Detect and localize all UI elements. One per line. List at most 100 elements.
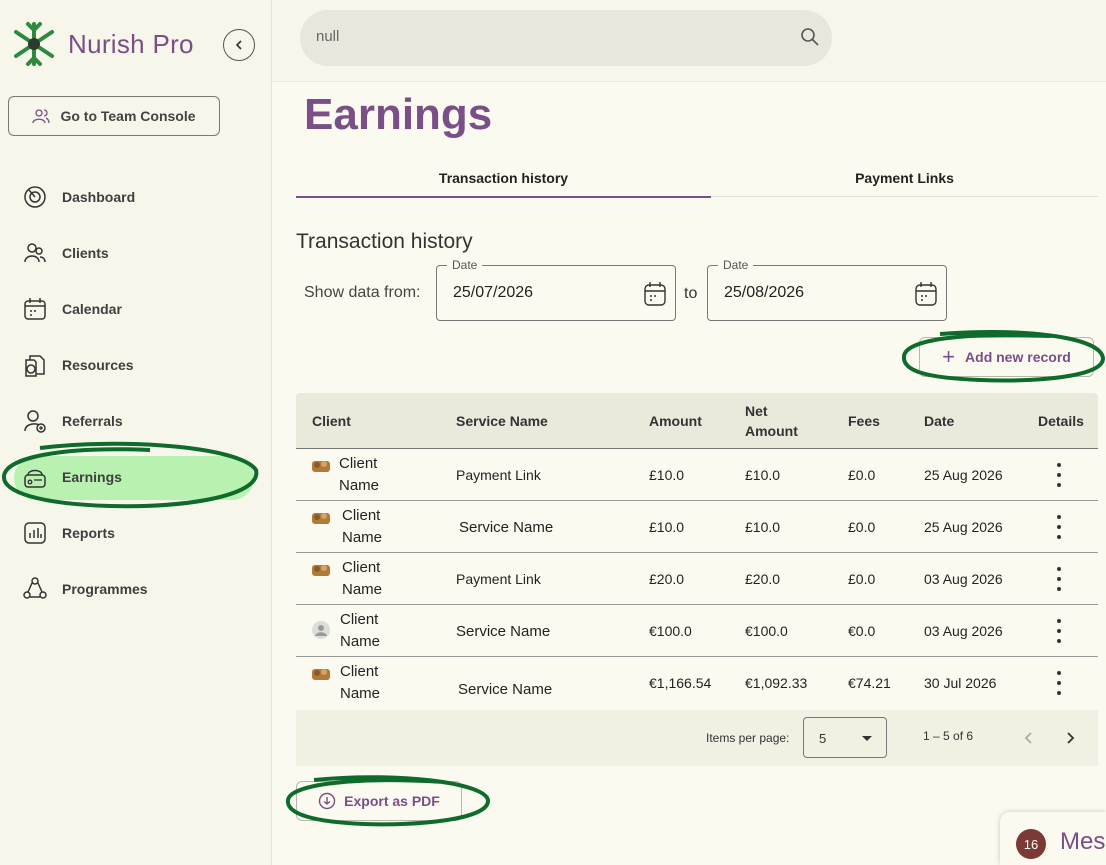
sidebar-item-label: Earnings <box>62 469 122 485</box>
sidebar-item-label: Clients <box>62 245 109 261</box>
header-service-name[interactable]: Service Name <box>456 393 548 449</box>
sidebar-item-resources[interactable]: Resources <box>22 350 134 380</box>
table-row[interactable]: Client Name Service Name €100.0 €100.0 €0… <box>296 605 1098 657</box>
caret-down-icon <box>862 736 872 741</box>
table-row[interactable]: Client Name Service Name £10.0 £10.0 £0.0… <box>296 501 1098 553</box>
next-page-button[interactable] <box>1059 727 1081 749</box>
team-console-button[interactable]: Go to Team Console <box>8 96 220 136</box>
client-name[interactable]: Client Name <box>342 553 402 605</box>
messages-count-badge: 16 <box>1016 829 1046 859</box>
more-options-icon[interactable] <box>1056 515 1062 539</box>
paginator: Items per page: 5 1 – 5 of 6 <box>296 710 1098 766</box>
header-net-amount[interactable]: Net Amount <box>745 393 815 449</box>
earnings-icon <box>24 469 46 488</box>
client-avatar-icon <box>312 513 330 524</box>
to-date-value[interactable]: 25/08/2026 <box>724 284 804 302</box>
sidebar-item-label: Resources <box>62 357 134 373</box>
service-name: Service Name <box>456 622 551 640</box>
table-header: Client Service Name Amount Net Amount Fe… <box>296 393 1098 449</box>
chevron-left-icon <box>1024 732 1032 744</box>
resources-icon <box>25 355 45 377</box>
net-amount: €1,092.33 <box>745 675 808 691</box>
client-name[interactable]: Client Name <box>340 657 400 709</box>
table-row[interactable]: Client Name Service Name €1,166.54 €1,092… <box>296 657 1098 709</box>
sidebar-item-programmes[interactable]: Programmes <box>22 574 148 604</box>
transactions-table: Client Service Name Amount Net Amount Fe… <box>296 393 1098 709</box>
fees: £0.0 <box>848 467 876 483</box>
brand-logo[interactable]: Nurish Pro <box>8 18 194 70</box>
search-bar[interactable] <box>300 10 832 66</box>
date: 03 Aug 2026 <box>924 571 1003 587</box>
date-legend: Date <box>447 258 483 272</box>
messages-tab[interactable]: 16 Messages <box>1000 812 1106 865</box>
table-row[interactable]: Client Name Payment Link £10.0 £10.0 £0.0… <box>296 449 1098 501</box>
more-options-icon[interactable] <box>1056 463 1062 487</box>
page-range: 1 – 5 of 6 <box>923 729 974 743</box>
amount: €100.0 <box>649 623 692 639</box>
client-avatar-icon <box>312 669 330 680</box>
service-name: Payment Link <box>456 467 541 483</box>
calendar-picker-icon[interactable] <box>914 281 938 307</box>
collapse-sidebar-button[interactable] <box>223 29 255 61</box>
sidebar-item-reports[interactable]: Reports <box>22 518 115 548</box>
calendar-icon <box>24 298 46 320</box>
sidebar-item-label: Calendar <box>62 301 122 317</box>
items-per-page-select[interactable]: 5 <box>803 717 887 758</box>
dashboard-icon <box>24 186 46 208</box>
sidebar-item-clients[interactable]: Clients <box>22 238 109 268</box>
export-pdf-label: Export as PDF <box>344 793 440 809</box>
sidebar-item-dashboard[interactable]: Dashboard <box>22 182 135 212</box>
export-pdf-button[interactable]: Export as PDF <box>296 781 462 821</box>
header-amount[interactable]: Amount <box>649 393 702 449</box>
sidebar-item-earnings[interactable]: Earnings <box>22 462 122 492</box>
header-client[interactable]: Client <box>312 393 351 449</box>
calendar-picker-icon[interactable] <box>643 281 667 307</box>
team-console-label: Go to Team Console <box>60 108 196 124</box>
service-name: Payment Link <box>456 571 541 587</box>
add-record-label: Add new record <box>965 349 1071 365</box>
chevron-left-icon <box>235 40 242 50</box>
from-date-value[interactable]: 25/07/2026 <box>453 284 533 302</box>
date-legend: Date <box>718 258 754 272</box>
add-new-record-button[interactable]: + Add new record <box>919 337 1094 377</box>
sidebar: Nurish Pro Go to Team Console Dashboard … <box>0 0 272 865</box>
show-data-label: Show data from: <box>304 284 421 301</box>
default-avatar-icon <box>312 621 330 639</box>
items-per-page-label: Items per page: <box>706 731 790 745</box>
service-name: Service Name <box>458 680 553 698</box>
service-name: Service Name <box>459 518 554 536</box>
fees: £0.0 <box>848 571 876 587</box>
date: 25 Aug 2026 <box>924 519 1003 535</box>
date: 30 Jul 2026 <box>924 675 997 691</box>
fees: €0.0 <box>848 623 876 639</box>
client-name[interactable]: Client Name <box>339 449 399 501</box>
to-date-field[interactable]: Date 25/08/2026 <box>707 258 947 321</box>
search-input[interactable] <box>316 28 776 45</box>
programmes-icon <box>23 577 47 599</box>
amount: £10.0 <box>649 467 685 483</box>
net-amount: £10.0 <box>745 467 781 483</box>
table-row[interactable]: Client Name Payment Link £20.0 £20.0 £0.0… <box>296 553 1098 605</box>
net-amount: £10.0 <box>745 519 781 535</box>
tab-label: Payment Links <box>855 170 954 186</box>
plus-icon: + <box>942 344 956 369</box>
logo-icon <box>14 22 54 66</box>
section-title: Transaction history <box>296 230 473 253</box>
client-name[interactable]: Client Name <box>342 501 402 553</box>
more-options-icon[interactable] <box>1056 671 1062 695</box>
header-details: Details <box>1038 413 1084 429</box>
tab-payment-links[interactable]: Payment Links <box>711 160 1098 196</box>
more-options-icon[interactable] <box>1056 619 1062 643</box>
tab-transaction-history[interactable]: Transaction history <box>296 160 711 198</box>
header-date[interactable]: Date <box>924 393 954 449</box>
previous-page-button[interactable] <box>1018 727 1040 749</box>
from-date-field[interactable]: Date 25/07/2026 <box>436 258 676 321</box>
clients-icon <box>24 243 46 263</box>
fees: €74.21 <box>848 675 891 691</box>
more-options-icon[interactable] <box>1056 567 1062 591</box>
header-fees[interactable]: Fees <box>848 393 880 449</box>
sidebar-item-calendar[interactable]: Calendar <box>22 294 122 324</box>
sidebar-item-referrals[interactable]: Referrals <box>22 406 123 436</box>
page-size-value: 5 <box>819 731 827 746</box>
client-name[interactable]: Client Name <box>340 605 400 657</box>
